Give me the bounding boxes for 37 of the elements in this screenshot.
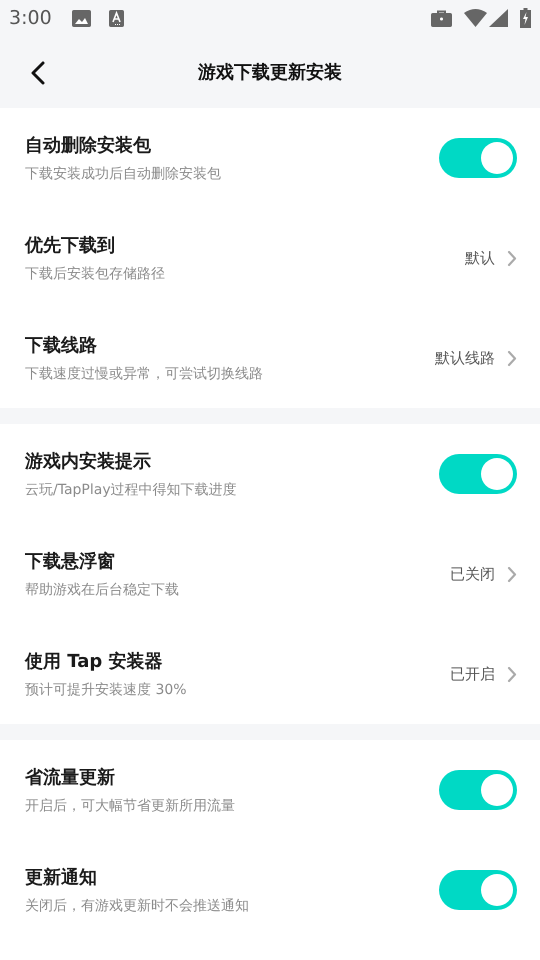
chevron-right-icon[interactable] — [507, 666, 517, 682]
setting-value[interactable]: 默认 — [465, 246, 495, 270]
font-icon — [108, 10, 124, 26]
setting-description: 开启后，可大幅节省更新所用流量 — [25, 796, 236, 816]
setting-description: 下载安装成功后自动删除安装包 — [25, 164, 222, 184]
setting-description: 关闭后，有游戏更新时不会推送通知 — [25, 896, 250, 916]
image-icon — [72, 10, 91, 26]
chevron-right-icon[interactable] — [507, 350, 517, 366]
wifi-icon — [464, 9, 487, 27]
setting-value[interactable]: 已关闭 — [450, 562, 495, 586]
briefcase-icon — [431, 10, 452, 26]
toggle-switch[interactable] — [439, 870, 517, 910]
setting-value[interactable]: 默认线路 — [435, 346, 495, 370]
battery-icon — [520, 8, 531, 28]
setting-description: 预计可提升安装速度 30% — [25, 680, 188, 700]
setting-title: 下载线路 — [25, 334, 98, 358]
toggle-switch[interactable] — [439, 454, 517, 494]
page-title: 游戏下载更新安装 — [198, 60, 342, 84]
signal-icon — [489, 9, 508, 27]
setting-title: 游戏内安装提示 — [25, 450, 152, 474]
back-icon[interactable] — [30, 61, 46, 85]
setting-description: 下载后安装包存储路径 — [25, 264, 166, 284]
toggle-switch[interactable] — [439, 138, 517, 178]
chevron-right-icon[interactable] — [507, 566, 517, 582]
setting-title: 使用 Tap 安装器 — [25, 650, 164, 674]
chevron-right-icon[interactable] — [507, 250, 517, 266]
setting-description: 下载速度过慢或异常，可尝试切换线路 — [25, 364, 264, 384]
setting-title: 自动删除安装包 — [25, 134, 152, 158]
setting-description: 云玩/TapPlay过程中得知下载进度 — [25, 480, 238, 500]
toggle-switch[interactable] — [439, 770, 517, 810]
setting-title: 更新通知 — [25, 866, 98, 890]
setting-title: 省流量更新 — [25, 766, 116, 790]
setting-value[interactable]: 已开启 — [450, 662, 495, 686]
setting-title: 下载悬浮窗 — [25, 550, 116, 574]
setting-description: 帮助游戏在后台稳定下载 — [25, 580, 180, 600]
status-time: 3:00 — [9, 6, 52, 31]
setting-title: 优先下载到 — [25, 234, 116, 258]
